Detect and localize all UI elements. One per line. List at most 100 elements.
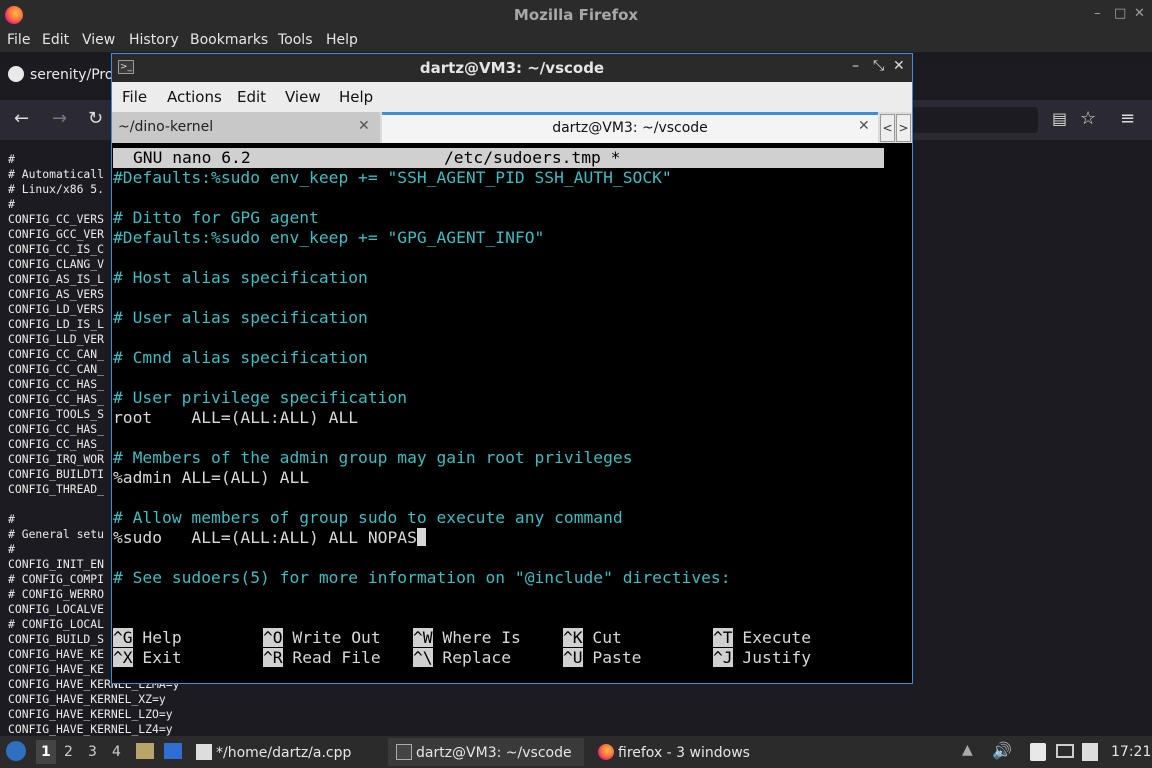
menu-view[interactable]: View xyxy=(82,32,115,48)
shortcut-key: ^T xyxy=(713,628,733,647)
nano-shortcut[interactable]: ^X Exit xyxy=(113,648,182,668)
volume-icon[interactable]: 🔊 xyxy=(992,741,1012,760)
workspace-1[interactable]: 1 xyxy=(36,740,56,764)
firefox-window-title: Mozilla Firefox xyxy=(513,6,639,24)
terminal-menu-edit[interactable]: Edit xyxy=(237,88,266,106)
close-icon[interactable]: ✕ xyxy=(893,58,905,74)
task-label: */home/dartz/a.cpp xyxy=(216,745,352,761)
nano-line: #Defaults:%sudo env_keep += "GPG_AGENT_I… xyxy=(113,228,545,247)
task-terminal[interactable]: dartz@VM3: ~/vscode xyxy=(396,744,572,761)
reader-view-icon[interactable]: ▤ xyxy=(1052,109,1067,128)
terminal-tab-dino-kernel[interactable]: ~/dino-kernel ✕ xyxy=(112,112,380,143)
nano-version: GNU nano 6.2 xyxy=(133,148,251,167)
terminal-icon xyxy=(396,744,412,760)
menu-history[interactable]: History xyxy=(129,32,179,48)
task-label: dartz@VM3: ~/vscode xyxy=(416,745,572,761)
nano-line: #Defaults:%sudo env_keep += "SSH_AGENT_P… xyxy=(113,168,672,187)
hamburger-menu-icon[interactable]: ≡ xyxy=(1120,108,1135,129)
firefox-titlebar: Mozilla Firefox – □ ✕ xyxy=(0,0,1152,30)
tab-scroll-left-icon[interactable]: < xyxy=(880,114,895,142)
tab-close-icon[interactable]: ✕ xyxy=(858,118,870,134)
nano-shortcut[interactable]: ^G Help xyxy=(113,628,182,648)
nano-shortcut[interactable]: ^W Where Is xyxy=(413,628,521,648)
terminal-tab-label: ~/dino-kernel xyxy=(118,119,214,135)
restore-icon[interactable]: ⤡ xyxy=(873,58,884,74)
terminal-tab-vscode[interactable]: dartz@VM3: ~/vscode ✕ xyxy=(382,112,878,143)
firefox-tab-label: serenity/Pro xyxy=(30,67,114,83)
forward-icon[interactable]: → xyxy=(52,108,67,129)
terminal-menu-help[interactable]: Help xyxy=(339,88,373,106)
nano-shortcut[interactable]: ^R Read File xyxy=(263,648,381,668)
nano-shortcut[interactable]: ^T Execute xyxy=(713,628,811,648)
nano-line: # Allow members of group sudo to execute… xyxy=(113,508,623,527)
clipboard-icon[interactable] xyxy=(1030,743,1046,761)
nano-shortcut[interactable]: ^\ Replace xyxy=(413,648,511,668)
nano-shortcut[interactable]: ^J Justify xyxy=(713,648,811,668)
nano-line: %admin ALL=(ALL) ALL xyxy=(113,468,310,487)
terminal-menu-file[interactable]: File xyxy=(122,88,147,106)
taskbar: 1 2 3 4 */home/dartz/a.cpp dartz@VM3: ~/… xyxy=(0,736,1152,768)
terminal-window: >_ dartz@VM3: ~/vscode – ⤡ ✕ File Action… xyxy=(111,53,913,684)
shortcut-label: Read File xyxy=(282,648,381,667)
shortcut-label: Justify xyxy=(732,648,812,667)
close-icon[interactable]: ✕ xyxy=(1134,6,1145,21)
tray-up-arrow-icon[interactable]: ▲ xyxy=(962,742,973,758)
shortcut-key: ^X xyxy=(113,648,133,667)
nano-editor[interactable]: GNU nano 6.2 /etc/sudoers.tmp * #Default… xyxy=(113,146,911,676)
network-icon[interactable] xyxy=(1056,744,1074,758)
text-editor-icon xyxy=(196,744,212,760)
menu-tools[interactable]: Tools xyxy=(278,32,313,48)
minimize-icon[interactable]: – xyxy=(1094,6,1101,21)
menu-help[interactable]: Help xyxy=(326,32,358,48)
clock[interactable]: 17:21 xyxy=(1111,744,1151,760)
minimize-icon[interactable]: – xyxy=(852,58,859,74)
workspace-4[interactable]: 4 xyxy=(112,744,121,760)
shortcut-key: ^O xyxy=(263,628,283,647)
reload-icon[interactable]: ↻ xyxy=(88,108,103,129)
nano-line: # See sudoers(5) for more information on… xyxy=(113,568,731,587)
text-cursor xyxy=(416,528,426,546)
firefox-urlbar[interactable] xyxy=(910,107,1038,133)
nano-shortcut[interactable]: ^O Write Out xyxy=(263,628,381,648)
nano-shortcut[interactable]: ^K Cut xyxy=(563,628,622,648)
task-firefox[interactable]: firefox - 3 windows xyxy=(598,744,750,761)
menu-edit[interactable]: Edit xyxy=(42,32,69,48)
workspace-2[interactable]: 2 xyxy=(64,744,73,760)
github-icon xyxy=(8,66,24,82)
shortcut-label: Execute xyxy=(732,628,812,647)
terminal-tab-label: dartz@VM3: ~/vscode xyxy=(552,120,708,136)
shortcut-key: ^\ xyxy=(413,648,433,667)
nano-line: # User alias specification xyxy=(113,308,368,327)
page-text-line: CONFIG_HAVE_KERNEL_XZ=y xyxy=(8,692,166,706)
shortcut-label: Write Out xyxy=(282,628,381,647)
file-manager-icon[interactable] xyxy=(136,743,154,759)
shortcut-label: Where Is xyxy=(432,628,521,647)
start-menu-icon[interactable] xyxy=(6,741,26,761)
shortcut-key: ^J xyxy=(713,648,733,667)
shortcut-key: ^R xyxy=(263,648,283,667)
keyboard-layout-icon[interactable] xyxy=(1082,743,1098,761)
tab-close-icon[interactable]: ✕ xyxy=(358,118,370,134)
firefox-menubar: File Edit View History Bookmarks Tools H… xyxy=(0,30,1152,52)
nano-line: # User privilege specification xyxy=(113,388,408,407)
page-text-line: CONFIG_HAVE_KERNEL_LZ4=y xyxy=(8,722,173,736)
terminal-menu-view[interactable]: View xyxy=(285,88,321,106)
terminal-menubar: File Actions Edit View Help xyxy=(112,82,912,112)
firefox-tab[interactable]: serenity/Pro xyxy=(8,66,113,83)
menu-bookmarks[interactable]: Bookmarks xyxy=(190,32,268,48)
task-editor[interactable]: */home/dartz/a.cpp xyxy=(196,744,351,761)
shortcut-key: ^G xyxy=(113,628,133,647)
maximize-icon[interactable]: □ xyxy=(1114,6,1126,21)
nano-line: # Members of the admin group may gain ro… xyxy=(113,448,633,467)
page-text-line: CONFIG_HAVE_KERNEL_LZO=y xyxy=(8,707,173,721)
menu-file[interactable]: File xyxy=(7,32,30,48)
workspace-3[interactable]: 3 xyxy=(88,744,97,760)
terminal-tabbar: ~/dino-kernel ✕ dartz@VM3: ~/vscode ✕ < … xyxy=(112,112,912,143)
nano-shortcut[interactable]: ^U Paste xyxy=(563,648,641,668)
terminal-menu-actions[interactable]: Actions xyxy=(167,88,222,106)
tab-scroll-right-icon[interactable]: > xyxy=(896,114,911,142)
show-desktop-icon[interactable] xyxy=(164,743,182,759)
back-icon[interactable]: ← xyxy=(14,108,29,129)
bookmark-star-icon[interactable]: ☆ xyxy=(1080,108,1096,129)
nano-filename: /etc/sudoers.tmp * xyxy=(444,148,621,167)
